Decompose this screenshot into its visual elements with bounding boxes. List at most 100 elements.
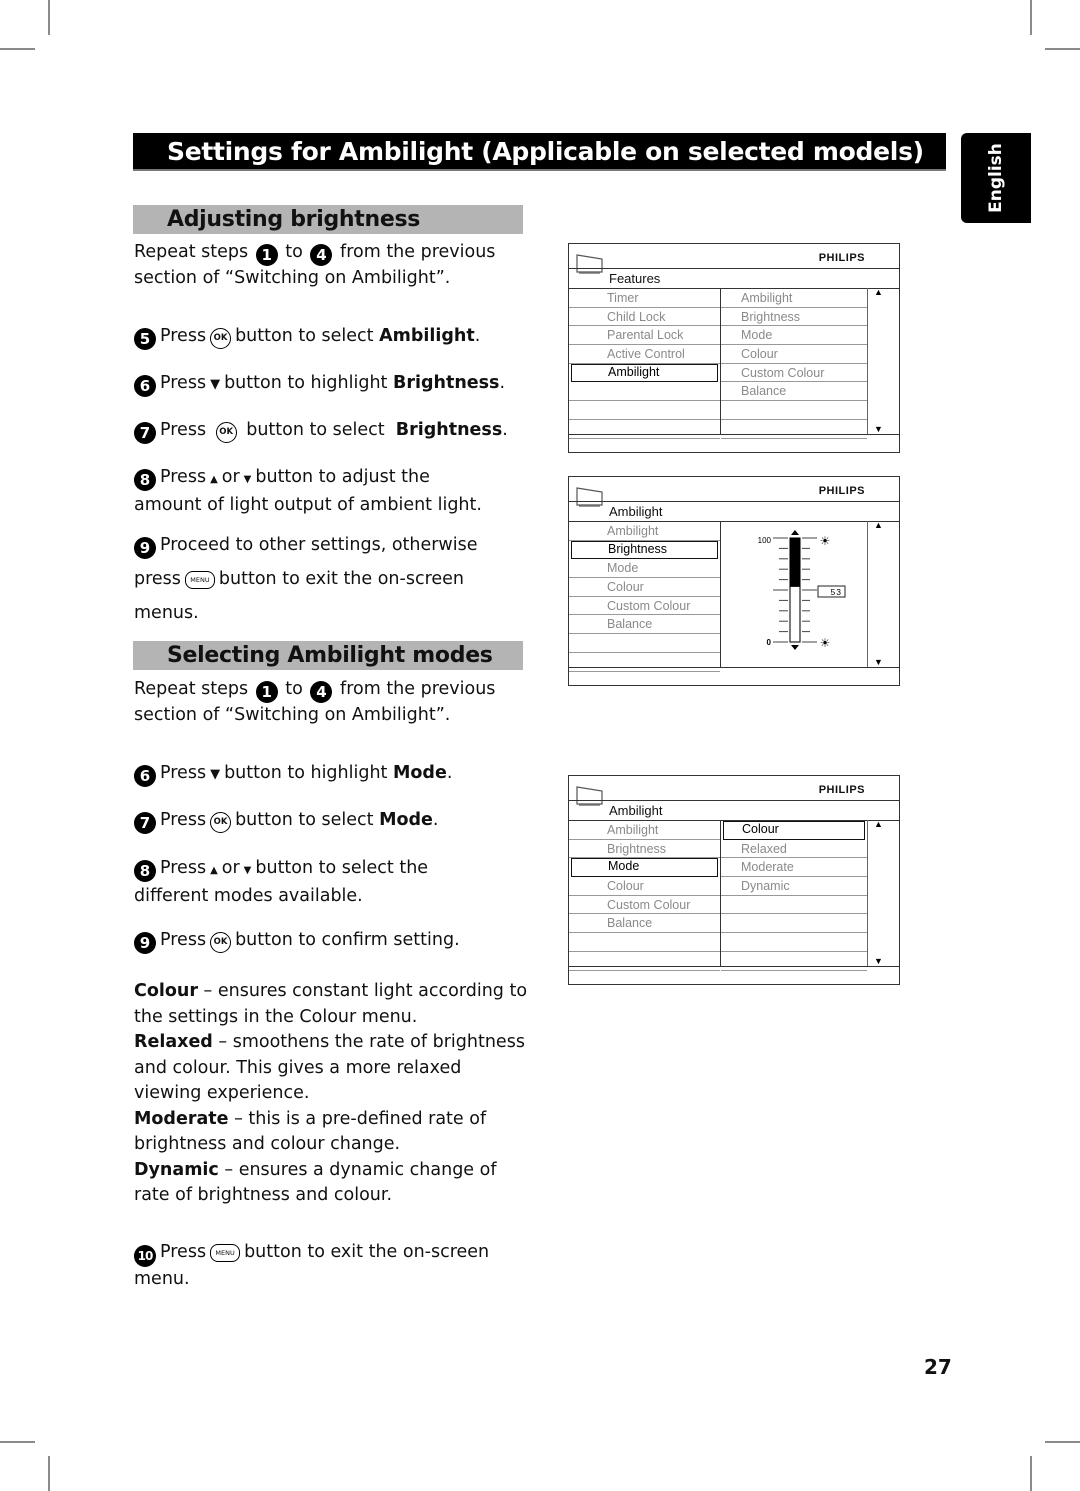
mode-descriptions: Colour – ensures constant light accordin… xyxy=(134,979,534,1209)
menu-item[interactable]: Child Lock xyxy=(569,308,720,327)
menu-item[interactable]: Mode xyxy=(721,326,867,346)
brightness-step-7: 7 Press OK button to select Brightness. xyxy=(134,418,534,444)
menu-item[interactable]: Mode xyxy=(571,858,718,878)
ok-button-icon: OK xyxy=(210,932,232,953)
modes-step-7: 7 Press OK button to select Mode. xyxy=(134,808,534,834)
mode-description-colour: Colour – ensures constant light accordin… xyxy=(134,981,528,1027)
menu-item[interactable] xyxy=(721,933,867,952)
menu-item[interactable]: Brightness xyxy=(569,840,720,859)
brightness-intro: Repeat steps 1 to 4 from the previous se… xyxy=(134,242,496,288)
brightness-step-6: 6 Press ▼ button to highlight Brightness. xyxy=(134,371,534,398)
down-arrow-icon: ▼ xyxy=(210,767,221,782)
page-number: 27 xyxy=(924,1355,952,1379)
crop-mark xyxy=(1045,48,1080,50)
tv-icon xyxy=(576,786,603,806)
mode-description-moderate: Moderate – this is a pre-defined rate of… xyxy=(134,1108,487,1155)
ok-button-icon: OK xyxy=(210,328,232,349)
crop-mark xyxy=(0,1441,35,1443)
menu-item[interactable]: Colour xyxy=(569,578,720,597)
menu-item[interactable]: Brightness xyxy=(571,540,718,560)
menu-item[interactable] xyxy=(721,914,867,934)
scroll-up-icon[interactable]: ▲ xyxy=(874,819,883,829)
menu-item[interactable]: Ambilight xyxy=(571,363,718,383)
step-number-icon: 1 xyxy=(255,681,278,703)
scroll-up-icon[interactable]: ▲ xyxy=(874,520,883,530)
ok-button-icon: OK xyxy=(210,812,232,833)
slider-value: 53 xyxy=(831,587,842,597)
scroll-up-icon[interactable]: ▲ xyxy=(874,287,883,297)
menu-item[interactable]: Balance xyxy=(721,382,867,402)
modes-step-9: 9 Press OK button to confirm setting. xyxy=(134,928,534,954)
menu-item[interactable]: Ambilight xyxy=(721,289,867,308)
menu-item[interactable] xyxy=(721,952,867,971)
down-arrow-icon: ▼ xyxy=(243,474,252,485)
menu-item[interactable] xyxy=(569,401,720,420)
menu-item[interactable] xyxy=(721,896,867,915)
menu-item[interactable]: Parental Lock xyxy=(569,326,720,346)
brightness-step-8: 8 Press ▲ or ▼ button to adjust the amount of… xyxy=(134,467,482,515)
tv-menu-features: PHILIPS Features Timer Child Lock Parental… xyxy=(568,243,900,453)
menu-item[interactable]: Ambilight xyxy=(569,821,720,840)
crop-mark xyxy=(1030,1456,1032,1491)
brightness-slider[interactable]: 100 0 ☀ ☀ 53 xyxy=(721,522,867,668)
menu-list-left: Timer Child Lock Parental Lock Active Contr… xyxy=(569,289,720,439)
menu-item[interactable] xyxy=(721,420,867,439)
scroll-down-icon[interactable]: ▼ xyxy=(874,956,883,966)
modes-step-6: 6 Press ▼ button to highlight Mode. xyxy=(134,761,534,788)
menu-title: Features xyxy=(609,271,661,286)
step-number-icon: 4 xyxy=(310,244,333,266)
menu-item[interactable]: Dynamic xyxy=(721,877,867,896)
menu-item[interactable] xyxy=(569,634,720,653)
menu-item[interactable]: Mode xyxy=(569,559,720,579)
slider-max-label: 100 xyxy=(758,536,772,545)
menu-item[interactable]: Active Control xyxy=(569,345,720,364)
menu-item[interactable] xyxy=(721,401,867,420)
section-heading-brightness: Adjusting brightness xyxy=(133,205,523,234)
menu-item[interactable]: Relaxed xyxy=(721,840,867,859)
step-number-icon: 4 xyxy=(310,681,333,703)
page-title: Settings for Ambilight (Applicable on se… xyxy=(133,133,946,171)
menu-item[interactable] xyxy=(569,382,720,402)
tv-icon xyxy=(576,487,603,507)
menu-item[interactable]: Custom Colour xyxy=(721,364,867,383)
menu-item[interactable]: Custom Colour xyxy=(569,896,720,915)
crop-mark xyxy=(1045,1441,1080,1443)
menu-item[interactable]: Custom Colour xyxy=(569,597,720,616)
menu-item[interactable] xyxy=(569,952,720,971)
crop-mark xyxy=(0,48,35,50)
philips-logo: PHILIPS xyxy=(818,784,865,796)
menu-item[interactable]: Timer xyxy=(569,289,720,308)
menu-item[interactable] xyxy=(569,653,720,672)
up-arrow-icon: ▲ xyxy=(210,474,218,485)
scroll-down-icon[interactable]: ▼ xyxy=(874,424,883,434)
menu-title: Ambilight xyxy=(609,504,663,519)
menu-item[interactable]: Balance xyxy=(569,615,720,635)
brightness-step-9: 9 Proceed to other settings, otherwise pr… xyxy=(134,535,478,623)
menu-list-left: Ambilight Brightness Mode Colour Custom Colo… xyxy=(569,522,720,672)
slider-down-arrow-icon xyxy=(791,645,799,650)
svg-text:☀: ☀ xyxy=(820,636,831,650)
step-number-icon: 1 xyxy=(255,244,278,266)
step-number-icon: 5 xyxy=(134,328,156,350)
menu-item[interactable]: Moderate xyxy=(721,858,867,878)
menu-item[interactable] xyxy=(569,420,720,439)
philips-logo: PHILIPS xyxy=(818,485,865,497)
menu-item[interactable]: Colour xyxy=(569,877,720,896)
menu-item[interactable]: Balance xyxy=(569,914,720,934)
step-number-icon: 7 xyxy=(134,812,156,834)
menu-item[interactable]: Colour xyxy=(721,345,867,364)
tv-icon xyxy=(576,254,603,274)
step-number-icon: 7 xyxy=(134,422,156,444)
menu-item[interactable]: Colour xyxy=(723,821,865,840)
language-tab: English xyxy=(961,133,1031,223)
brightness-low-icon: ☀ xyxy=(820,636,831,650)
down-arrow-icon: ▼ xyxy=(243,865,252,876)
menu-item[interactable]: Ambilight xyxy=(569,522,720,541)
scroll-down-icon[interactable]: ▼ xyxy=(874,657,883,667)
section-heading-modes: Selecting Ambilight modes xyxy=(133,641,523,670)
crop-mark xyxy=(48,0,50,35)
menu-item[interactable]: Brightness xyxy=(721,308,867,327)
menu-list-right: Colour Relaxed Moderate Dynamic xyxy=(721,821,867,971)
menu-item[interactable] xyxy=(569,933,720,952)
ok-button-icon: OK xyxy=(215,422,237,443)
